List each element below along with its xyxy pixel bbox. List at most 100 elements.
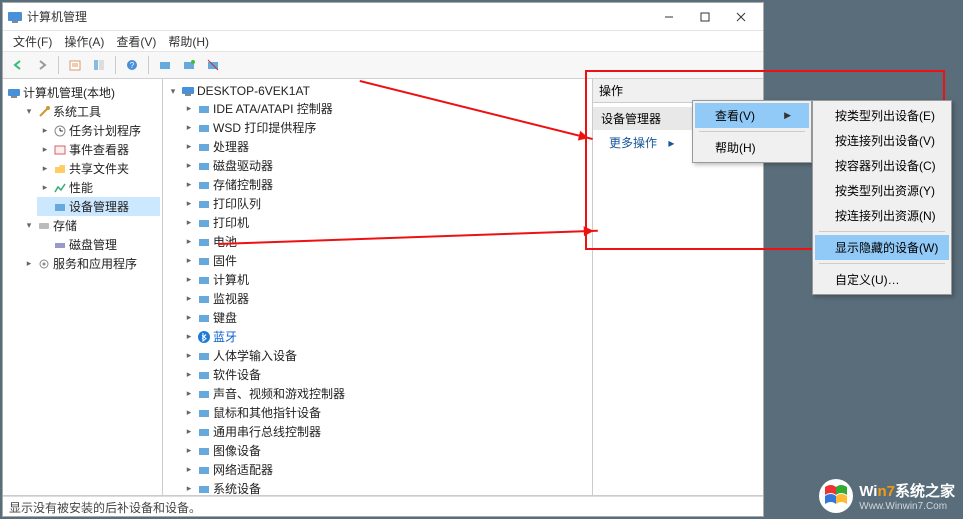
expand-icon[interactable]: ▸ [183, 369, 195, 381]
device-category[interactable]: ▸存储控制器 [181, 175, 590, 194]
expand-icon[interactable]: ▸ [39, 163, 51, 175]
expand-icon[interactable]: ▸ [183, 331, 195, 343]
device-category[interactable]: ▸磁盘驱动器 [181, 156, 590, 175]
device-category[interactable]: ▸ 人体学输入设备 [181, 346, 590, 365]
device-category[interactable]: ▸计算机 [181, 270, 590, 289]
expand-icon[interactable]: ▸ [183, 160, 195, 172]
tb-icon-1[interactable] [154, 54, 176, 76]
device-category[interactable]: ▸电池 [181, 232, 590, 251]
context-menu-view-sub[interactable]: 按类型列出设备(E) 按连接列出设备(V) 按容器列出设备(C) 按类型列出资源… [812, 100, 952, 295]
device-category[interactable]: ▸固件 [181, 251, 590, 270]
expand-icon[interactable]: ▸ [183, 293, 195, 305]
device-category[interactable]: ▸打印机 [181, 213, 590, 232]
expand-icon[interactable]: ▸ [183, 388, 195, 400]
nav-label: 共享文件夹 [69, 160, 129, 177]
device-category[interactable]: ▸处理器 [181, 137, 590, 156]
device-category[interactable]: ▸软件设备 [181, 365, 590, 384]
device-category[interactable]: ▸键盘 [181, 308, 590, 327]
expand-icon[interactable]: ▸ [183, 274, 195, 286]
nav-forward-button[interactable] [31, 54, 53, 76]
app-icon [7, 9, 23, 25]
tb-icon-3[interactable] [202, 54, 224, 76]
device-label: 打印队列 [213, 195, 261, 212]
show-hide-tree-button[interactable] [88, 54, 110, 76]
nav-disk-management[interactable]: 磁盘管理 [37, 235, 160, 254]
menu-file[interactable]: 文件(F) [7, 31, 58, 51]
expand-icon[interactable]: ▸ [183, 217, 195, 229]
nav-event-viewer[interactable]: ▸事件查看器 [37, 140, 160, 159]
device-category[interactable]: ▸IDE ATA/ATAPI 控制器 [181, 99, 590, 118]
expand-icon[interactable]: ▸ [183, 312, 195, 324]
menu-action[interactable]: 操作(A) [58, 31, 110, 51]
expand-icon[interactable]: ▸ [39, 125, 51, 137]
context-menu-actions[interactable]: 查看(V) ▶ 帮助(H) [692, 100, 812, 163]
nav-back-button[interactable] [7, 54, 29, 76]
nav-performance[interactable]: ▸性能 [37, 178, 160, 197]
nav-shared-folders[interactable]: ▸ 共享文件夹 [37, 159, 160, 178]
ctx-by-type-dev[interactable]: 按类型列出设备(E) [815, 103, 949, 128]
device-category[interactable]: ▸蓝牙 [181, 327, 590, 346]
nav-storage[interactable]: ▾存储 [21, 216, 160, 235]
collapse-icon[interactable]: ▾ [23, 220, 35, 232]
device-tree-pane[interactable]: ▾DESKTOP-6VEK1AT ▸IDE ATA/ATAPI 控制器▸WSD … [163, 79, 593, 495]
properties-button[interactable] [64, 54, 86, 76]
collapse-icon[interactable]: ▾ [23, 106, 35, 118]
device-label: 人体学输入设备 [213, 347, 297, 364]
submenu-arrow-icon: ▶ [784, 110, 791, 121]
expand-icon[interactable]: ▸ [183, 445, 195, 457]
expand-icon[interactable]: ▸ [183, 255, 195, 267]
device-category[interactable]: ▸声音、视频和游戏控制器 [181, 384, 590, 403]
expand-icon[interactable]: ▸ [183, 407, 195, 419]
expand-icon[interactable]: ▸ [183, 179, 195, 191]
menu-help[interactable]: 帮助(H) [162, 31, 215, 51]
menubar: 文件(F) 操作(A) 查看(V) 帮助(H) [3, 31, 763, 51]
device-root[interactable]: ▾DESKTOP-6VEK1AT [165, 83, 590, 99]
help-button[interactable]: ? [121, 54, 143, 76]
chevron-right-icon: ▸ [660, 136, 674, 150]
collapse-icon[interactable]: ▾ [167, 85, 179, 97]
expand-icon[interactable]: ▸ [183, 483, 195, 495]
expand-icon[interactable]: ▸ [183, 350, 195, 362]
toolbar-separator [115, 56, 116, 74]
device-category[interactable]: ▸ 打印队列 [181, 194, 590, 213]
left-navigation-pane[interactable]: 计算机管理(本地) ▾系统工具 ▸任务计划程序 ▸事件查看器 ▸ 共享文件夹 ▸性… [3, 79, 163, 495]
expand-icon[interactable]: ▸ [183, 426, 195, 438]
maximize-button[interactable] [687, 5, 723, 29]
ctx-view[interactable]: 查看(V) ▶ [695, 103, 809, 128]
ctx-customize[interactable]: 自定义(U)… [815, 267, 949, 292]
ctx-by-type-res[interactable]: 按类型列出资源(Y) [815, 178, 949, 203]
device-category[interactable]: ▸图像设备 [181, 441, 590, 460]
nav-device-manager[interactable]: 设备管理器 [37, 197, 160, 216]
expand-icon[interactable]: ▸ [183, 122, 195, 134]
expand-icon[interactable]: ▸ [39, 182, 51, 194]
device-category[interactable]: ▸WSD 打印提供程序 [181, 118, 590, 137]
ctx-by-conn-dev[interactable]: 按连接列出设备(V) [815, 128, 949, 153]
close-button[interactable] [723, 5, 759, 29]
expand-icon[interactable]: ▸ [183, 464, 195, 476]
nav-system-tools[interactable]: ▾系统工具 [21, 102, 160, 121]
expand-icon[interactable]: ▸ [183, 141, 195, 153]
expand-icon[interactable]: ▸ [183, 236, 195, 248]
device-category[interactable]: ▸监视器 [181, 289, 590, 308]
device-category[interactable]: ▸通用串行总线控制器 [181, 422, 590, 441]
menu-view[interactable]: 查看(V) [110, 31, 162, 51]
minimize-button[interactable] [651, 5, 687, 29]
expand-icon[interactable]: ▸ [39, 144, 51, 156]
device-icon [197, 178, 211, 192]
ctx-by-conn-res[interactable]: 按连接列出资源(N) [815, 203, 949, 228]
device-category[interactable]: ▸网络适配器 [181, 460, 590, 479]
device-category[interactable]: ▸鼠标和其他指针设备 [181, 403, 590, 422]
nav-services-apps[interactable]: ▸服务和应用程序 [21, 254, 160, 273]
ctx-help[interactable]: 帮助(H) [695, 135, 809, 160]
tb-icon-2[interactable] [178, 54, 200, 76]
expand-icon[interactable]: ▸ [23, 258, 35, 270]
device-tree: ▾DESKTOP-6VEK1AT ▸IDE ATA/ATAPI 控制器▸WSD … [165, 83, 590, 495]
expand-icon[interactable]: ▸ [183, 103, 195, 115]
ctx-show-hidden[interactable]: 显示隐藏的设备(W) [815, 235, 949, 260]
expand-icon[interactable]: ▸ [183, 198, 195, 210]
nav-root[interactable]: 计算机管理(本地) [5, 83, 160, 102]
device-category[interactable]: ▸系统设备 [181, 479, 590, 495]
ctx-by-cont-dev[interactable]: 按容器列出设备(C) [815, 153, 949, 178]
device-icon [197, 425, 211, 439]
nav-task-scheduler[interactable]: ▸任务计划程序 [37, 121, 160, 140]
